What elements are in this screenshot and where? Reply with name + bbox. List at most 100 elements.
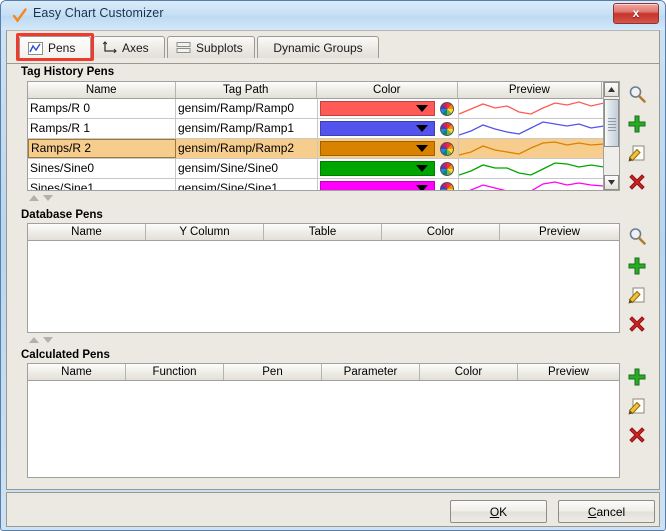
cell-color[interactable] — [318, 119, 459, 138]
delete-icon[interactable] — [625, 312, 649, 336]
database-sort-arrows — [29, 337, 53, 343]
delete-icon[interactable] — [625, 423, 649, 447]
cancel-mnemonic: C — [587, 504, 597, 519]
cell-tag-path[interactable]: gensim/Sine/Sine1 — [176, 179, 318, 190]
cell-tag-path[interactable]: gensim/Sine/Sine0 — [176, 159, 318, 178]
subplots-icon — [176, 41, 191, 54]
cell-color[interactable] — [318, 159, 459, 178]
scrollbar-thumb[interactable] — [604, 99, 619, 147]
dialog-window: Easy Chart Customizer x Pens Axes Subplo… — [0, 0, 666, 531]
close-button[interactable]: x — [613, 3, 659, 24]
scroll-down-button[interactable] — [604, 175, 619, 190]
table-row[interactable]: Ramps/R 0 gensim/Ramp/Ramp0 — [28, 99, 619, 119]
column-header-pen[interactable]: Pen — [224, 364, 322, 380]
dialog-content: Pens Axes Subplots Dynamic Groups Tag Hi… — [6, 30, 660, 490]
cell-name[interactable]: Ramps/R 1 — [28, 119, 176, 138]
color-wheel-icon[interactable] — [440, 142, 454, 156]
cell-name[interactable]: Sines/Sine0 — [28, 159, 176, 178]
color-wheel-icon[interactable] — [440, 182, 454, 190]
column-header-parameter[interactable]: Parameter — [322, 364, 420, 380]
add-icon[interactable] — [625, 365, 649, 389]
edit-icon[interactable] — [625, 283, 649, 307]
ok-mnemonic: O — [489, 504, 500, 519]
checkmark-icon — [11, 7, 28, 24]
color-wheel-icon[interactable] — [440, 102, 454, 116]
tab-dynamic-groups[interactable]: Dynamic Groups — [257, 36, 379, 58]
chevron-down-icon[interactable] — [416, 165, 428, 172]
tag-history-sort-arrows — [29, 195, 53, 201]
column-header-name[interactable]: Name — [28, 82, 176, 98]
window-title: Easy Chart Customizer — [33, 6, 164, 20]
cell-color[interactable] — [318, 99, 459, 118]
column-header-preview[interactable]: Preview — [518, 364, 619, 380]
table-scrollbar[interactable] — [603, 82, 619, 190]
sort-up-icon[interactable] — [29, 195, 39, 201]
sort-down-icon[interactable] — [43, 337, 53, 343]
tab-label: Axes — [122, 40, 149, 55]
calculated-actions — [625, 365, 651, 452]
calculated-pens-title: Calculated Pens — [21, 349, 110, 361]
cell-name[interactable]: Sines/Sine1 — [28, 179, 176, 190]
browse-icon[interactable] — [625, 83, 649, 107]
scrollbar-grip — [608, 118, 616, 133]
delete-icon[interactable] — [625, 170, 649, 194]
cell-preview — [459, 99, 604, 118]
tab-strip: Pens Axes Subplots Dynamic Groups — [7, 33, 659, 64]
cancel-button[interactable]: Cancel — [558, 500, 655, 523]
column-header-name[interactable]: Name — [28, 224, 146, 240]
column-header-color[interactable]: Color — [382, 224, 500, 240]
cell-name[interactable]: Ramps/R 0 — [28, 99, 176, 118]
color-wheel-icon[interactable] — [440, 162, 454, 176]
tab-label: Dynamic Groups — [273, 40, 363, 55]
browse-icon[interactable] — [625, 225, 649, 249]
table-header-row: Name Y Column Table Color Preview — [28, 224, 619, 241]
color-wheel-icon[interactable] — [440, 122, 454, 136]
add-icon[interactable] — [625, 112, 649, 136]
chevron-down-icon[interactable] — [416, 185, 428, 190]
cell-tag-path[interactable]: gensim/Ramp/Ramp2 — [176, 139, 318, 158]
database-pens-title: Database Pens — [21, 209, 103, 221]
column-header-name[interactable]: Name — [28, 364, 126, 380]
table-row[interactable]: Sines/Sine1 gensim/Sine/Sine1 — [28, 179, 619, 190]
cell-name[interactable]: Ramps/R 2 — [28, 139, 176, 158]
calculated-pens-table[interactable]: Name Function Pen Parameter Color Previe… — [27, 363, 620, 478]
cell-preview — [459, 179, 604, 190]
axes-icon — [102, 41, 117, 54]
sort-up-icon[interactable] — [29, 337, 39, 343]
table-row[interactable]: Ramps/R 2 gensim/Ramp/Ramp2 — [28, 139, 619, 159]
table-row[interactable]: Sines/Sine0 gensim/Sine/Sine0 — [28, 159, 619, 179]
tab-underline — [7, 63, 659, 64]
cell-tag-path[interactable]: gensim/Ramp/Ramp1 — [176, 119, 318, 138]
database-pens-table[interactable]: Name Y Column Table Color Preview — [27, 223, 620, 333]
ok-label-rest: K — [499, 504, 508, 519]
tab-pens[interactable]: Pens — [19, 36, 91, 59]
chevron-down-icon[interactable] — [416, 145, 428, 152]
cell-tag-path[interactable]: gensim/Ramp/Ramp0 — [176, 99, 318, 118]
table-body: Ramps/R 0 gensim/Ramp/Ramp0 Ramps/R 1 gensi… — [28, 99, 619, 190]
column-header-preview[interactable]: Preview — [457, 82, 603, 98]
sort-down-icon[interactable] — [43, 195, 53, 201]
table-row[interactable]: Ramps/R 1 gensim/Ramp/Ramp1 — [28, 119, 619, 139]
tab-subplots[interactable]: Subplots — [167, 36, 255, 58]
edit-icon[interactable] — [625, 141, 649, 165]
cell-preview — [459, 139, 604, 158]
column-header-table[interactable]: Table — [264, 224, 382, 240]
column-header-function[interactable]: Function — [126, 364, 224, 380]
tab-label: Subplots — [196, 40, 243, 55]
column-header-preview[interactable]: Preview — [500, 224, 619, 240]
tag-history-actions — [625, 83, 651, 199]
chevron-down-icon[interactable] — [416, 125, 428, 132]
cell-color[interactable] — [318, 179, 459, 190]
cell-color[interactable] — [318, 139, 459, 158]
chevron-down-icon[interactable] — [416, 105, 428, 112]
column-header-color[interactable]: Color — [317, 82, 458, 98]
tab-axes[interactable]: Axes — [93, 36, 165, 58]
scroll-up-button[interactable] — [604, 82, 619, 97]
ok-button[interactable]: OK — [450, 500, 547, 523]
tag-history-pens-table[interactable]: Name Tag Path Color Preview Ramps/R 0 gen… — [27, 81, 620, 191]
column-header-tag-path[interactable]: Tag Path — [175, 82, 318, 98]
column-header-color[interactable]: Color — [420, 364, 518, 380]
add-icon[interactable] — [625, 254, 649, 278]
column-header-y-column[interactable]: Y Column — [146, 224, 264, 240]
edit-icon[interactable] — [625, 394, 649, 418]
